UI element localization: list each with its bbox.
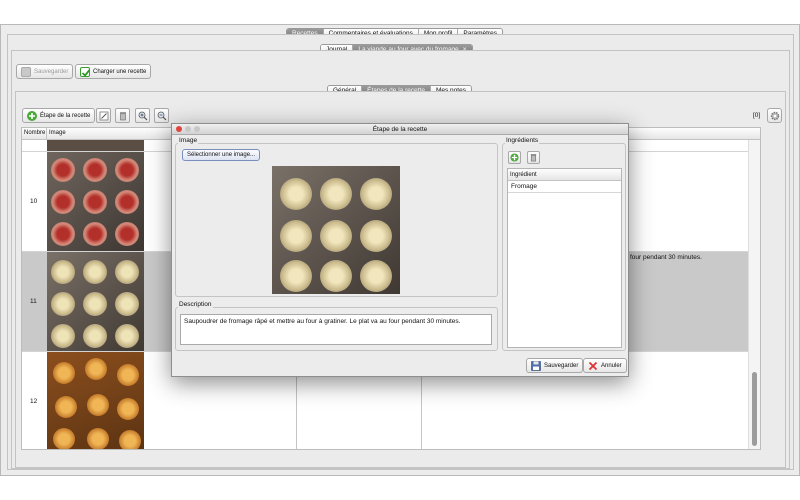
row-description: four pendant 30 minutes.: [630, 254, 702, 261]
recipe-step-dialog: Étape de la recette Image Sélectionner u…: [171, 123, 629, 377]
settings-button[interactable]: [767, 108, 782, 123]
zoom-out-button[interactable]: [154, 108, 169, 123]
dialog-title-bar: Étape de la recette: [172, 124, 628, 135]
edit-icon: [99, 111, 108, 120]
floppy-disk-icon: [531, 360, 541, 371]
header-image: Image: [49, 130, 66, 136]
ingredients-list: Ingrédient Fromage: [507, 168, 622, 348]
delete-ingredient-button[interactable]: [527, 151, 540, 164]
zoom-out-icon: [157, 111, 166, 120]
cancel-label: Annuler: [601, 362, 622, 369]
trash-icon: [530, 154, 537, 162]
step-image-preview: [272, 166, 400, 294]
header-number: Nombre: [24, 130, 46, 136]
save-button-label: Sauvegarder: [34, 68, 69, 75]
minimize-window-icon[interactable]: [185, 126, 191, 132]
add-ingredient-button[interactable]: [508, 151, 521, 164]
save-button[interactable]: Sauvegarder: [16, 64, 74, 79]
trash-icon: [119, 111, 126, 120]
steps-count: [0]: [753, 112, 761, 119]
ingredients-label: Ingrédients: [505, 137, 540, 144]
dialog-save-button[interactable]: Sauvegarder: [526, 358, 584, 373]
row-number: 11: [30, 298, 37, 305]
step-photo: [47, 152, 144, 251]
description-label: Description: [178, 301, 213, 308]
step-photo: [47, 140, 144, 151]
zoom-in-icon: [138, 111, 147, 120]
delete-step-button[interactable]: [115, 108, 130, 123]
close-window-icon[interactable]: [176, 126, 182, 132]
zoom-in-button[interactable]: [135, 108, 150, 123]
ingredient-item[interactable]: Fromage: [508, 181, 621, 193]
table-scrollbar[interactable]: [748, 140, 760, 449]
select-image-button[interactable]: Sélectionner une image...: [182, 149, 261, 161]
zoom-window-icon[interactable]: [194, 126, 200, 132]
description-textarea[interactable]: Saupoudrer de fromage râpé et mettre au …: [180, 314, 492, 345]
dialog-save-label: Sauvegarder: [544, 362, 579, 369]
add-icon: [27, 110, 37, 121]
image-group-label: Image: [178, 137, 199, 144]
load-recipe-button[interactable]: Charger une recette: [75, 64, 152, 79]
add-icon: [510, 153, 519, 162]
select-image-label: Sélectionner une image...: [187, 152, 256, 158]
add-step-button[interactable]: Étape de la recette: [22, 108, 96, 123]
edit-step-button[interactable]: [96, 108, 111, 123]
check-icon: [80, 66, 91, 77]
cancel-button[interactable]: Annuler: [583, 358, 627, 373]
floppy-disk-icon: [21, 66, 31, 77]
close-icon: [588, 361, 598, 370]
row-number: 12: [30, 398, 38, 405]
row-number: 10: [30, 198, 38, 205]
gear-icon: [770, 111, 779, 120]
ingredients-header: Ingrédient: [508, 169, 621, 181]
load-recipe-label: Charger une recette: [93, 68, 147, 75]
step-photo: [47, 252, 144, 351]
step-photo: [47, 352, 144, 449]
add-step-label: Étape de la recette: [40, 112, 91, 119]
dialog-title: Étape de la recette: [372, 126, 428, 133]
scrollbar-thumb[interactable]: [752, 372, 757, 446]
